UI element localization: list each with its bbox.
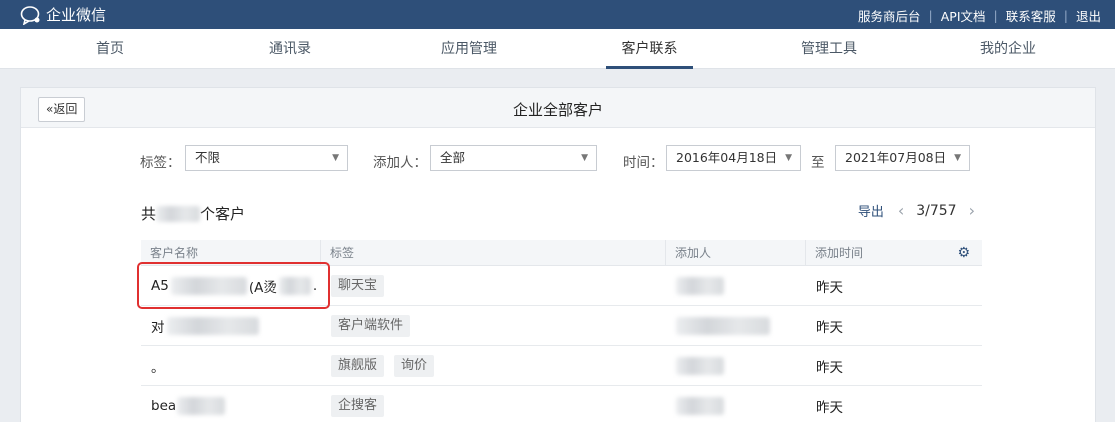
divider: | bbox=[1063, 8, 1068, 23]
customer-count: 共 个客户 bbox=[141, 203, 245, 224]
table-row[interactable]: bea 企搜客 昨天 bbox=[141, 386, 982, 422]
tag-badge: 询价 bbox=[394, 355, 435, 377]
tag-badge: 客户端软件 bbox=[331, 315, 411, 337]
added-time: 昨天 bbox=[816, 400, 843, 416]
added-time: 昨天 bbox=[816, 360, 843, 376]
tag-badge: 旗舰版 bbox=[331, 355, 385, 377]
tag-list: 企搜客 bbox=[331, 386, 394, 422]
date-range-separator: 至 bbox=[811, 155, 825, 171]
customer-name[interactable]: 。 bbox=[151, 346, 165, 386]
table-row[interactable]: 对 客户端软件 昨天 bbox=[141, 306, 982, 346]
wecom-logo-icon bbox=[20, 5, 40, 25]
start-date-select[interactable]: 2016年04月18日 ▼ bbox=[666, 145, 801, 171]
name-text: 对 bbox=[151, 320, 165, 336]
customer-name[interactable]: bea bbox=[151, 386, 226, 422]
start-date-value: 2016年04月18日 bbox=[676, 150, 778, 165]
adder-filter-select[interactable]: 全部 ▼ bbox=[430, 145, 597, 171]
export-button[interactable]: 导出 bbox=[858, 201, 884, 220]
table-row[interactable]: A5 (A烫 . 聊天宝 昨天 bbox=[137, 262, 982, 309]
count-prefix: 共 bbox=[141, 205, 157, 223]
logout-link[interactable]: 退出 bbox=[1076, 6, 1101, 25]
top-links: 服务商后台 | API文档 | 联系客服 | 退出 bbox=[858, 6, 1101, 25]
customer-table: 客户名称 标签 添加人 添加时间 ⚙ A5 (A烫 . 聊天宝 昨天 对 客户端… bbox=[137, 240, 982, 422]
divider: | bbox=[993, 8, 998, 23]
end-date-value: 2021年07月08日 bbox=[845, 150, 947, 165]
name-text: bea bbox=[151, 398, 177, 414]
column-header-adder[interactable]: 添加人 bbox=[666, 240, 806, 266]
app-title: 企业微信 bbox=[46, 6, 107, 24]
panel-header: «返回 企业全部客户 bbox=[21, 88, 1095, 128]
adder bbox=[676, 346, 724, 386]
caret-down-icon: ▼ bbox=[581, 153, 588, 163]
redacted-adder bbox=[676, 357, 724, 375]
customers-panel: «返回 企业全部客户 标签： 不限 ▼ 添加人： 全部 ▼ 时间： 2016年0… bbox=[20, 87, 1096, 422]
redacted-name bbox=[177, 397, 226, 415]
brand-logo[interactable]: 企业微信 bbox=[20, 4, 106, 25]
caret-down-icon: ▼ bbox=[785, 153, 792, 163]
tab-home[interactable]: 首页 bbox=[70, 29, 150, 69]
time-filter-label: 时间： bbox=[623, 155, 664, 171]
tab-customer-contact[interactable]: 客户联系 bbox=[606, 29, 693, 69]
page-indicator: 3/757 bbox=[916, 202, 957, 219]
api-docs-link[interactable]: API文档 bbox=[941, 6, 986, 25]
tag-filter-label: 标签： bbox=[140, 155, 181, 171]
tag-filter-select[interactable]: 不限 ▼ bbox=[185, 145, 348, 171]
redacted-name bbox=[166, 317, 259, 335]
tab-my-enterprise[interactable]: 我的企业 bbox=[966, 29, 1050, 69]
contact-support-link[interactable]: 联系客服 bbox=[1006, 6, 1056, 25]
tag-list: 聊天宝 bbox=[331, 266, 394, 306]
tab-management-tools[interactable]: 管理工具 bbox=[787, 29, 871, 69]
adder bbox=[676, 386, 724, 422]
tag-filter-value: 不限 bbox=[195, 150, 221, 165]
adder bbox=[676, 266, 724, 306]
added-time: 昨天 bbox=[816, 280, 843, 296]
end-date-select[interactable]: 2021年07月08日 ▼ bbox=[835, 145, 970, 171]
redacted-adder bbox=[676, 277, 724, 295]
customer-name[interactable]: 对 bbox=[151, 306, 259, 346]
tab-contacts[interactable]: 通讯录 bbox=[248, 29, 332, 69]
column-header-time[interactable]: 添加时间 bbox=[806, 240, 946, 266]
main-nav: 首页 通讯录 应用管理 客户联系 管理工具 我的企业 bbox=[0, 29, 1115, 69]
added-time: 昨天 bbox=[816, 320, 843, 336]
count-suffix: 个客户 bbox=[200, 205, 246, 223]
tag-list: 旗舰版 询价 bbox=[331, 346, 444, 386]
redacted-count bbox=[156, 205, 201, 222]
tag-badge: 企搜客 bbox=[331, 395, 385, 417]
service-provider-link[interactable]: 服务商后台 bbox=[858, 6, 921, 25]
adder-filter-value: 全部 bbox=[440, 150, 466, 165]
page-title: 企业全部客户 bbox=[512, 101, 603, 119]
caret-down-icon: ▼ bbox=[954, 153, 961, 163]
top-bar: 企业微信 服务商后台 | API文档 | 联系客服 | 退出 bbox=[0, 0, 1115, 29]
column-header-tags[interactable]: 标签 bbox=[321, 240, 666, 266]
adder bbox=[676, 306, 770, 346]
redacted-adder bbox=[676, 397, 724, 415]
adder-filter-label: 添加人： bbox=[373, 155, 427, 171]
pagination: 导出 ‹ 3/757 › bbox=[858, 201, 975, 220]
redacted-adder bbox=[676, 317, 770, 335]
caret-down-icon: ▼ bbox=[332, 153, 339, 163]
divider: | bbox=[928, 8, 933, 23]
chevron-left-icon[interactable]: ‹ bbox=[898, 201, 904, 220]
gear-icon[interactable]: ⚙ bbox=[957, 245, 970, 261]
tag-badge: 聊天宝 bbox=[331, 275, 385, 297]
tag-list: 客户端软件 bbox=[331, 306, 420, 346]
tab-app-management[interactable]: 应用管理 bbox=[427, 29, 511, 69]
highlight-box bbox=[137, 262, 330, 309]
chevron-right-icon[interactable]: › bbox=[969, 201, 975, 220]
table-row[interactable]: 。 旗舰版 询价 昨天 bbox=[141, 346, 982, 386]
